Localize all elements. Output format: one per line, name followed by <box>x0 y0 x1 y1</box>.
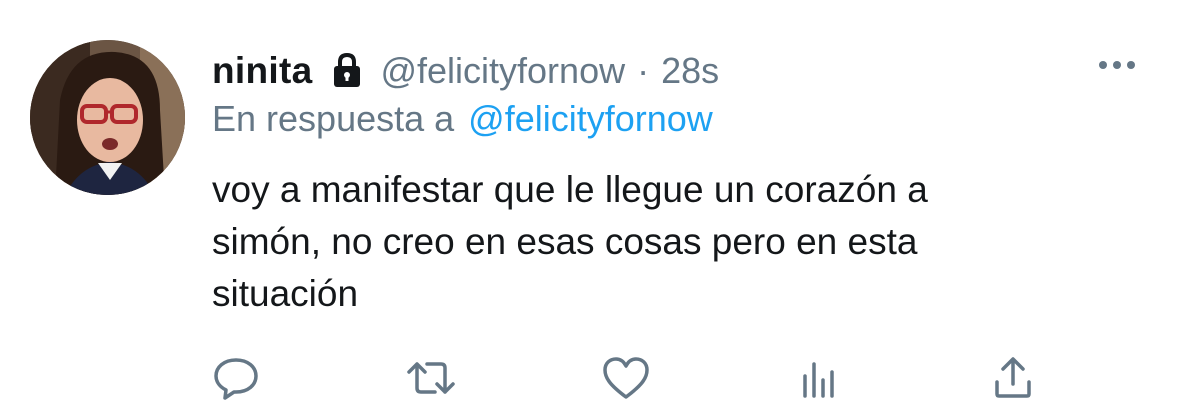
separator-dot: · <box>637 50 650 91</box>
avatar[interactable] <box>30 40 185 195</box>
reply-bubble-icon <box>210 354 262 402</box>
reply-context: En respuesta a @felicityfornow <box>212 96 713 142</box>
heart-icon <box>600 354 652 402</box>
display-name[interactable]: ninita <box>212 50 312 92</box>
user-handle[interactable]: @felicityfornow <box>380 50 625 92</box>
timestamp[interactable]: 28s <box>661 50 719 92</box>
more-horizontal-icon[interactable] <box>1097 55 1137 75</box>
reply-button[interactable] <box>208 350 264 406</box>
analytics-icon <box>795 354 843 402</box>
share-icon <box>989 354 1037 402</box>
retweet-button[interactable] <box>403 350 459 406</box>
tweet[interactable]: ninita @felicityfornow · 28s En respuest… <box>0 0 1179 420</box>
lock-icon <box>332 52 362 88</box>
tweet-header: ninita @felicityfornow · 28s <box>212 46 719 96</box>
tweet-text: voy a manifestar que le llegue un corazó… <box>212 169 928 314</box>
tweet-actions <box>0 350 1179 406</box>
like-button[interactable] <box>598 350 654 406</box>
retweet-icon <box>403 354 459 402</box>
reply-prefix: En respuesta a <box>212 98 455 139</box>
share-button[interactable] <box>985 350 1041 406</box>
analytics-button[interactable] <box>791 350 847 406</box>
reply-to-handle[interactable]: @felicityfornow <box>468 98 713 140</box>
